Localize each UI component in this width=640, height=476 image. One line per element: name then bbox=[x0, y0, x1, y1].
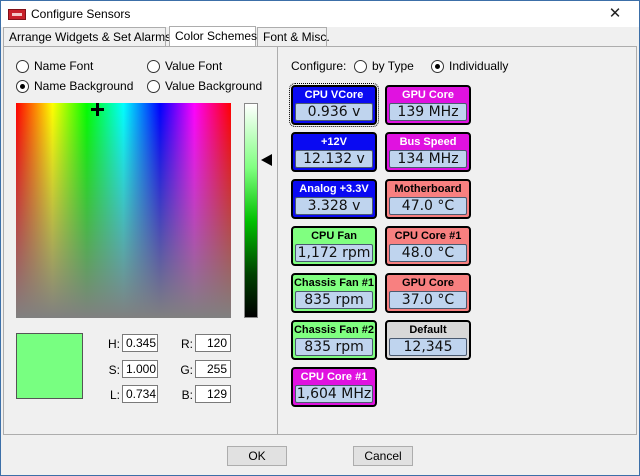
radio-by-type[interactable]: by Type bbox=[354, 59, 414, 73]
sensor-widget[interactable]: CPU VCore 0.936 v bbox=[289, 83, 379, 127]
luminance-slider[interactable] bbox=[244, 103, 258, 318]
widget-value: 47.0 °C bbox=[389, 197, 467, 215]
widget-name: CPU Core #1 bbox=[394, 230, 462, 242]
s-label: S: bbox=[108, 363, 120, 377]
widget-name: CPU Fan bbox=[311, 230, 357, 242]
tab-color-schemes[interactable]: Color Schemes bbox=[169, 26, 257, 48]
widget-name: CPU VCore bbox=[304, 89, 364, 101]
widget-value: 134 MHz bbox=[389, 150, 467, 168]
widget-value: 12,345 bbox=[389, 338, 467, 356]
sensor-widget[interactable]: Default 12,345 bbox=[385, 320, 471, 360]
sensor-widget[interactable]: Chassis Fan #2 835 rpm bbox=[291, 320, 377, 360]
widget-name: GPU Core bbox=[402, 89, 454, 101]
h-field[interactable]: 0.345 bbox=[122, 334, 158, 352]
sensor-widget[interactable]: Analog +3.3V 3.328 v bbox=[291, 179, 377, 219]
radio-value-font[interactable]: Value Font bbox=[147, 59, 222, 73]
ok-button[interactable]: OK bbox=[227, 446, 287, 466]
widget-value: 139 MHz bbox=[389, 103, 467, 121]
tab-arrange-widgets[interactable]: Arrange Widgets & Set Alarms bbox=[3, 27, 171, 47]
widget-value: 48.0 °C bbox=[389, 244, 467, 262]
tab-font-misc[interactable]: Font & Misc. bbox=[257, 27, 330, 47]
g-field[interactable]: 255 bbox=[195, 360, 231, 378]
radio-name-background[interactable]: Name Background bbox=[16, 79, 133, 93]
widget-value: 12.132 v bbox=[295, 150, 373, 168]
r-label: R: bbox=[181, 337, 193, 351]
s-field[interactable]: 1.000 bbox=[122, 360, 158, 378]
b-label: B: bbox=[181, 388, 193, 402]
widget-name: Analog +3.3V bbox=[299, 183, 369, 195]
widget-value: 835 rpm bbox=[295, 291, 373, 309]
radio-label: Name Background bbox=[34, 79, 134, 93]
g-label: G: bbox=[180, 363, 193, 377]
widget-name: GPU Core bbox=[402, 277, 454, 289]
sensor-widget[interactable]: CPU Fan 1,172 rpm bbox=[291, 226, 377, 266]
configure-label-text: Configure: bbox=[291, 59, 347, 73]
widget-name: Default bbox=[409, 324, 447, 336]
radio-dot-selected bbox=[16, 79, 29, 93]
radio-label: Value Font bbox=[165, 59, 223, 73]
widget-value: 37.0 °C bbox=[389, 291, 467, 309]
crosshair-icon[interactable] bbox=[91, 103, 104, 116]
sensor-widget[interactable]: CPU Core #1 1,604 MHz bbox=[291, 367, 377, 407]
luminance-arrow-icon[interactable] bbox=[261, 154, 272, 166]
radio-value-background[interactable]: Value Background bbox=[147, 79, 262, 93]
widget-name: Chassis Fan #2 bbox=[293, 324, 375, 336]
color-editor-pane: Name Font Value Font Name Background Val… bbox=[4, 47, 278, 434]
widget-name: CPU Core #1 bbox=[300, 371, 368, 383]
widget-name: Bus Speed bbox=[399, 136, 457, 148]
radio-individually[interactable]: Individually bbox=[431, 59, 508, 73]
radio-label: Value Background bbox=[165, 79, 263, 93]
radio-dot-selected bbox=[431, 59, 444, 73]
widget-preview-pane: Configure: by Type Individually CPU VCor… bbox=[279, 47, 636, 434]
widget-value: 0.936 v bbox=[295, 103, 373, 121]
radio-dot bbox=[16, 59, 29, 73]
sensor-widget[interactable]: Chassis Fan #1 835 rpm bbox=[291, 273, 377, 313]
color-preview-swatch bbox=[16, 333, 83, 399]
cancel-button[interactable]: Cancel bbox=[353, 446, 413, 466]
radio-name-font[interactable]: Name Font bbox=[16, 59, 93, 73]
radio-label: Name Font bbox=[34, 59, 94, 73]
sensor-widget[interactable]: +12V 12.132 v bbox=[291, 132, 377, 172]
sensor-widget[interactable]: CPU Core #1 48.0 °C bbox=[385, 226, 471, 266]
close-button[interactable]: ✕ bbox=[597, 3, 633, 25]
widget-name: Chassis Fan #1 bbox=[293, 277, 375, 289]
sensor-widget[interactable]: GPU Core 37.0 °C bbox=[385, 273, 471, 313]
radio-dot bbox=[147, 79, 160, 93]
widget-name: +12V bbox=[321, 136, 347, 148]
r-field[interactable]: 120 bbox=[195, 334, 231, 352]
radio-dot bbox=[354, 59, 367, 73]
widget-value: 3.328 v bbox=[295, 197, 373, 215]
configure-sensors-window: Configure Sensors ✕ Arrange Widgets & Se… bbox=[0, 0, 640, 476]
b-field[interactable]: 129 bbox=[195, 385, 231, 403]
sensor-widget[interactable]: Motherboard 47.0 °C bbox=[385, 179, 471, 219]
hue-saturation-picker[interactable] bbox=[16, 103, 231, 318]
h-label: H: bbox=[108, 337, 120, 351]
l-label: L: bbox=[109, 388, 120, 402]
widget-name: Motherboard bbox=[394, 183, 462, 195]
window-title: Configure Sensors bbox=[31, 7, 131, 21]
color-schemes-panel: Name Font Value Font Name Background Val… bbox=[3, 46, 637, 435]
button-bar: OK Cancel bbox=[1, 436, 639, 475]
l-field[interactable]: 0.734 bbox=[122, 385, 158, 403]
radio-dot bbox=[147, 59, 160, 73]
app-icon bbox=[8, 9, 26, 20]
radio-label: Individually bbox=[449, 59, 509, 73]
widget-value: 1,172 rpm bbox=[295, 244, 373, 262]
widget-value: 1,604 MHz bbox=[295, 385, 373, 403]
sensor-widget[interactable]: GPU Core 139 MHz bbox=[385, 85, 471, 125]
configure-label: Configure: bbox=[291, 59, 346, 73]
sensor-widget[interactable]: Bus Speed 134 MHz bbox=[385, 132, 471, 172]
title-bar: Configure Sensors ✕ bbox=[1, 1, 639, 27]
radio-label: by Type bbox=[372, 59, 414, 73]
widget-value: 835 rpm bbox=[295, 338, 373, 356]
